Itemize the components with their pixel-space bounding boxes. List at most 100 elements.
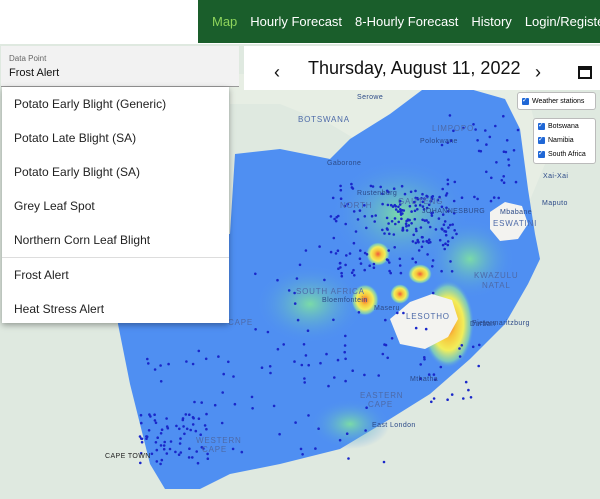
weather-station-dot: [353, 274, 356, 277]
weather-station-dot: [383, 232, 386, 235]
weather-station-dot: [359, 262, 363, 265]
data-point-dropdown: Potato Early Blight (Generic) Potato Lat…: [2, 87, 229, 323]
nav-8-hourly-forecast[interactable]: 8-Hourly Forecast: [355, 14, 458, 29]
weather-station-dot: [507, 158, 510, 161]
map-label-ecape: CAPE: [368, 400, 393, 409]
map-label-north: NORTH: [340, 201, 373, 210]
dropdown-option[interactable]: Potato Late Blight (SA): [2, 121, 229, 155]
weather-station-dot: [193, 400, 196, 404]
weather-station-dot: [372, 262, 376, 266]
weather-station-dot: [206, 457, 210, 461]
nav-history[interactable]: History: [471, 14, 511, 29]
weather-station-dot: [413, 209, 417, 213]
weather-station-dot: [293, 302, 297, 305]
weather-station-dot: [352, 210, 356, 213]
weather-station-dot: [399, 213, 403, 216]
weather-station-dot: [374, 214, 378, 217]
weather-station-dot: [337, 267, 340, 270]
weather-station-dot: [477, 149, 481, 153]
current-date: Thursday, August 11, 2022: [308, 58, 521, 78]
weather-station-dot: [453, 180, 457, 184]
dropdown-option[interactable]: Frost Alert: [2, 257, 229, 292]
weather-station-dot: [303, 377, 306, 380]
weather-station-dot: [412, 233, 416, 237]
weather-station-dot: [388, 232, 391, 236]
weather-station-dot: [205, 427, 208, 431]
weather-station-dot: [449, 260, 452, 263]
map-label-eastern: EASTERN: [360, 391, 404, 400]
weather-station-dot: [448, 114, 452, 117]
checkbox-icon[interactable]: [522, 96, 529, 105]
weather-station-dot: [185, 427, 189, 431]
dropdown-option[interactable]: Potato Early Blight (Generic): [2, 87, 229, 121]
nav-login-register[interactable]: Login/Register: [525, 14, 600, 29]
weather-station-dot: [165, 417, 168, 420]
weather-station-dot: [377, 374, 381, 377]
weather-station-dot: [446, 243, 450, 247]
checkbox-icon[interactable]: [538, 135, 545, 144]
weather-station-dot: [387, 222, 390, 225]
weather-station-dot: [464, 380, 468, 384]
weather-station-dot: [403, 192, 407, 196]
weather-station-dot: [250, 395, 254, 399]
weather-station-dot: [399, 271, 403, 275]
weather-station-dot: [184, 413, 188, 416]
weather-station-dot: [340, 274, 344, 278]
weather-station-dot: [439, 365, 443, 369]
weather-station-dot: [446, 182, 450, 186]
map-label-lesotho: LESOTHO: [406, 312, 450, 321]
weather-station-dot: [159, 462, 162, 466]
weather-station-dot: [203, 424, 207, 427]
top-nav: Map Hourly Forecast 8-Hourly Forecast Hi…: [198, 0, 600, 43]
weather-station-dot: [155, 460, 159, 463]
weather-station-dot: [414, 189, 417, 193]
weather-station-dot: [427, 238, 431, 241]
data-point-select[interactable]: Data Point Frost Alert: [1, 46, 239, 87]
weather-station-dot: [451, 236, 454, 239]
weather-station-dot: [154, 421, 158, 425]
weather-station-dot: [303, 381, 307, 384]
calendar-icon[interactable]: [578, 66, 592, 79]
weather-station-dot: [344, 357, 347, 361]
layer-botswana[interactable]: Botswana: [534, 120, 595, 133]
weather-station-dot: [400, 209, 404, 212]
weather-station-dot: [507, 164, 511, 167]
dropdown-option[interactable]: Northern Corn Leaf Blight: [2, 223, 229, 257]
weather-station-dot: [332, 236, 336, 240]
weather-station-dot: [398, 257, 402, 261]
checkbox-icon[interactable]: [538, 149, 545, 158]
dropdown-option[interactable]: Heat Stress Alert: [2, 292, 229, 326]
weather-station-dot: [222, 372, 225, 376]
weather-stations-toggle[interactable]: Weather stations: [517, 92, 596, 110]
weather-station-dot: [251, 407, 254, 410]
nav-map[interactable]: Map: [212, 14, 237, 29]
weather-station-dot: [450, 393, 454, 396]
prev-date-button[interactable]: ‹: [274, 62, 280, 83]
weather-station-dot: [441, 243, 445, 247]
weather-station-dot: [502, 114, 505, 118]
weather-station-dot: [438, 238, 442, 242]
weather-station-dot: [319, 361, 322, 365]
weather-station-dot: [405, 229, 409, 232]
weather-station-dot: [191, 362, 195, 366]
weather-station-dot: [391, 205, 395, 208]
nav-hourly-forecast[interactable]: Hourly Forecast: [250, 14, 342, 29]
next-date-button[interactable]: ›: [535, 62, 541, 83]
weather-station-dot: [443, 247, 447, 251]
weather-station-dot: [455, 232, 458, 236]
dropdown-option[interactable]: Potato Early Blight (SA): [2, 155, 229, 189]
layer-south-africa[interactable]: South Africa: [534, 148, 595, 161]
dropdown-option[interactable]: Grey Leaf Spot: [2, 189, 229, 223]
weather-station-dot: [331, 196, 335, 200]
weather-station-dot: [163, 440, 166, 444]
checkbox-icon[interactable]: [538, 121, 545, 130]
weather-station-dot: [188, 413, 191, 417]
weather-station-dot: [191, 456, 194, 459]
weather-station-dot: [233, 402, 237, 406]
weather-station-dot: [232, 375, 235, 378]
date-bar: ‹ Thursday, August 11, 2022 ›: [244, 46, 600, 90]
weather-station-dot: [476, 139, 479, 142]
map-label-bloemfontein: Bloemfontein: [322, 297, 368, 304]
weather-station-dot: [178, 442, 182, 445]
layer-namibia[interactable]: Namibia: [534, 134, 595, 147]
